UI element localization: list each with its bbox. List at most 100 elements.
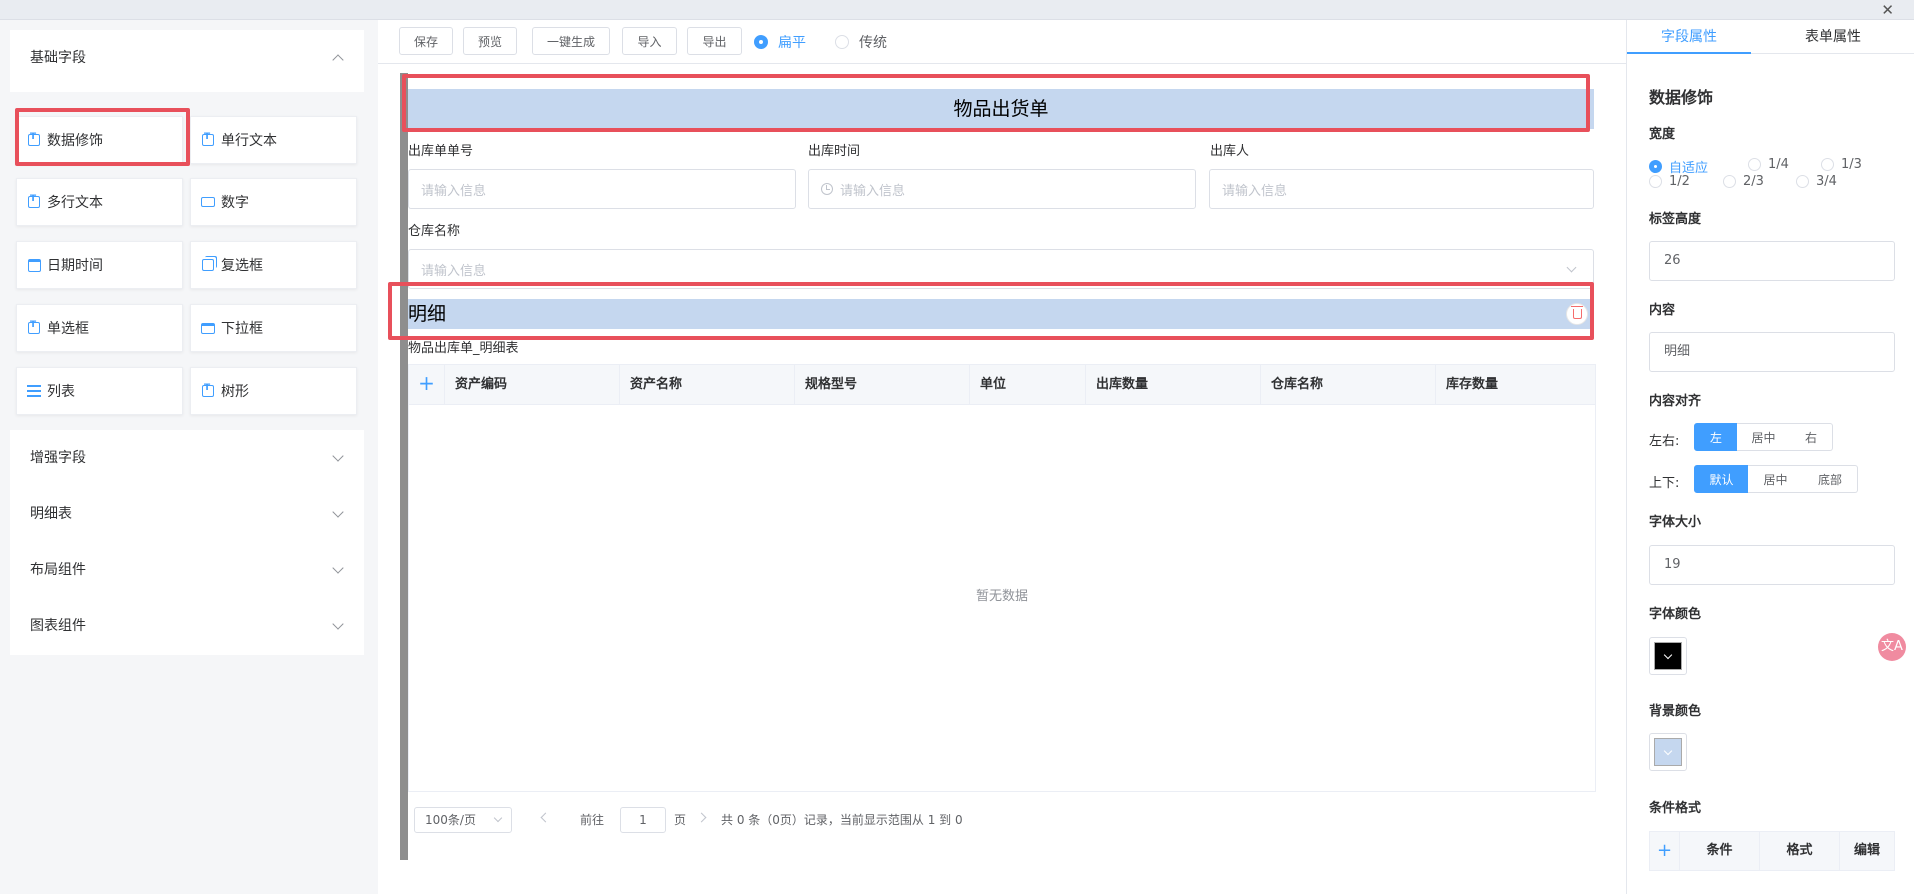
text-box-icon: [27, 132, 41, 147]
outbound-time-input[interactable]: 请输入信息: [808, 169, 1196, 209]
chevron-down-icon: [332, 506, 344, 518]
label-height-input[interactable]: 26: [1649, 241, 1895, 281]
save-button[interactable]: 保存: [399, 27, 453, 55]
column-header[interactable]: 出库数量: [1086, 365, 1261, 405]
width-option-two-thirds[interactable]: 2/3: [1723, 174, 1764, 189]
properties-panel: 字段属性 表单属性 数据修饰 宽度 自适应 1/4 1/3 1/2 2/3 3/…: [1626, 20, 1914, 894]
clock-icon: [821, 183, 833, 195]
radio-label: 1/2: [1669, 174, 1690, 189]
field-dropdown[interactable]: 下拉框: [190, 304, 357, 352]
radio-label: 传统: [859, 35, 887, 51]
valign-bottom-button[interactable]: 底部: [1803, 465, 1858, 493]
radio-label: 1/4: [1768, 157, 1789, 172]
field-label: 单选框: [47, 321, 89, 337]
field-datetime[interactable]: 日期时间: [16, 241, 183, 289]
add-condition-button[interactable]: +: [1650, 832, 1680, 870]
bg-color-picker[interactable]: [1649, 733, 1687, 771]
font-color-picker[interactable]: [1649, 637, 1687, 675]
group-basic-fields-header[interactable]: 基础字段: [10, 30, 364, 86]
detail-banner-text: 明细: [408, 303, 447, 325]
content-input[interactable]: 明细: [1649, 332, 1895, 372]
tab-field-properties[interactable]: 字段属性: [1627, 20, 1751, 54]
delete-button[interactable]: [1566, 303, 1588, 325]
export-button[interactable]: 导出: [687, 27, 742, 55]
column-header[interactable]: 仓库名称: [1261, 365, 1436, 405]
tab-form-properties[interactable]: 表单属性: [1771, 20, 1895, 54]
translate-icon[interactable]: 文A: [1878, 633, 1906, 661]
group-basic-fields: 基础字段: [10, 30, 364, 92]
group-enhanced-fields[interactable]: 增强字段: [10, 430, 364, 486]
chevron-down-icon: [1566, 262, 1577, 273]
section-title: 数据修饰: [1649, 88, 1714, 107]
width-option-half[interactable]: 1/2: [1649, 174, 1690, 189]
column-header[interactable]: 规格型号: [795, 365, 970, 405]
form-designer: 保存 预览 一键生成 导入 导出 扁平 传统 物品出货单 出库单单号 请输入信息…: [378, 20, 1626, 894]
canvas-scroll-bar[interactable]: [400, 73, 408, 860]
goto-suffix: 页: [674, 813, 687, 827]
column-header: 编辑: [1853, 843, 1880, 858]
goto-prefix: 前往: [580, 813, 605, 827]
next-page-icon[interactable]: [696, 812, 707, 823]
radio-dot: [1723, 175, 1736, 188]
field-tree[interactable]: 树形: [190, 367, 357, 415]
detail-table: + 资产编码 资产名称 规格型号 单位 出库数量 仓库名称 库存数量 暂无数据: [408, 364, 1596, 792]
column-header[interactable]: 资产编码: [445, 365, 620, 405]
align-right-button[interactable]: 右: [1790, 423, 1833, 451]
content-label: 内容: [1649, 303, 1676, 318]
component-panel: 基础字段 数据修饰 单行文本 多行文本 数字 日期时间 复选框 单选框 下拉框 …: [0, 20, 378, 894]
text-box-icon: [27, 194, 41, 209]
condition-format-label: 条件格式: [1649, 801, 1702, 816]
valign-middle-button[interactable]: 居中: [1748, 465, 1804, 493]
style-traditional-radio[interactable]: 传统: [835, 32, 887, 52]
field-radio[interactable]: 单选框: [16, 304, 183, 352]
form-title[interactable]: 物品出货单: [408, 89, 1594, 129]
align-center-button[interactable]: 居中: [1737, 423, 1791, 451]
generate-button[interactable]: 一键生成: [532, 27, 610, 55]
group-title: 布局组件: [30, 562, 86, 578]
preview-button[interactable]: 预览: [463, 27, 517, 55]
width-option-three-quarters[interactable]: 3/4: [1796, 174, 1837, 189]
field-checkbox[interactable]: 复选框: [190, 241, 357, 289]
font-size-input[interactable]: 19: [1649, 545, 1895, 585]
group-title: 增强字段: [30, 450, 86, 466]
group-chart-components[interactable]: 图表组件: [10, 598, 364, 654]
column-header[interactable]: 单位: [970, 365, 1086, 405]
page-number-input[interactable]: 1: [620, 807, 666, 833]
warehouse-select[interactable]: 请输入信息: [408, 249, 1594, 289]
operator-input[interactable]: 请输入信息: [1209, 169, 1594, 209]
field-single-line-text[interactable]: 单行文本: [190, 116, 357, 164]
group-layout-components[interactable]: 布局组件: [10, 542, 364, 598]
width-option-quarter[interactable]: 1/4: [1748, 157, 1789, 172]
field-number[interactable]: 数字: [190, 178, 357, 226]
width-option-third[interactable]: 1/3: [1821, 157, 1862, 172]
add-row-button[interactable]: +: [409, 365, 445, 405]
import-button[interactable]: 导入: [622, 27, 677, 55]
prev-page-icon[interactable]: [540, 812, 551, 823]
chevron-down-icon: [332, 450, 344, 462]
close-icon[interactable]: ✕: [1881, 1, 1894, 19]
field-label: 单行文本: [221, 133, 277, 149]
text-box-icon: [201, 383, 215, 398]
field-list[interactable]: 列表: [16, 367, 183, 415]
detail-banner[interactable]: 明细: [408, 299, 1594, 329]
window-titlebar: ✕: [0, 0, 1914, 20]
column-header[interactable]: 资产名称: [620, 365, 795, 405]
field-label: 列表: [47, 384, 75, 400]
group-detail-table[interactable]: 明细表: [10, 486, 364, 542]
field-multi-line-text[interactable]: 多行文本: [16, 178, 183, 226]
chevron-up-icon: [332, 54, 344, 66]
order-number-input[interactable]: 请输入信息: [408, 169, 796, 209]
page-size-select[interactable]: 100条/页: [414, 807, 512, 833]
properties-tabs: 字段属性 表单属性: [1627, 20, 1914, 54]
radio-label: 扁平: [778, 35, 806, 51]
style-flat-radio[interactable]: 扁平: [754, 32, 806, 52]
field-data-decoration[interactable]: 数据修饰: [16, 116, 183, 164]
radio-dot: [1796, 175, 1809, 188]
table-header: + 资产编码 资产名称 规格型号 单位 出库数量 仓库名称 库存数量: [409, 365, 1595, 405]
valign-default-button[interactable]: 默认: [1694, 465, 1749, 493]
radio-dot: [754, 35, 768, 49]
align-left-button[interactable]: 左: [1694, 423, 1738, 451]
column-header[interactable]: 库存数量: [1436, 365, 1595, 405]
input-placeholder: 请输入信息: [840, 183, 906, 199]
field-label: 树形: [221, 384, 249, 400]
